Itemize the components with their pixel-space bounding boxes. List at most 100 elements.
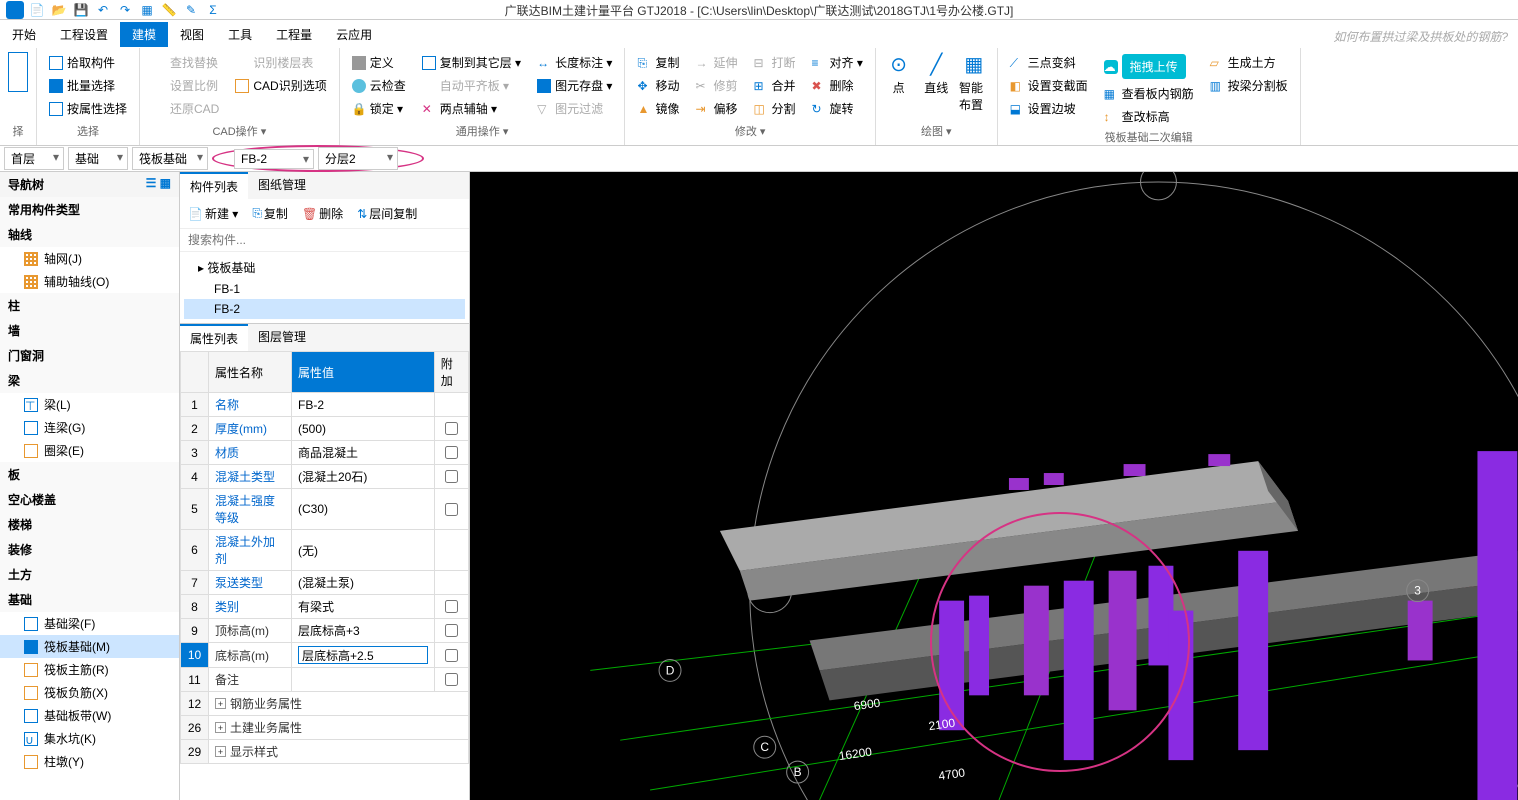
row-number[interactable]: 12 xyxy=(181,692,209,716)
comp-tree-parent[interactable]: ▸ 筏板基础 xyxy=(184,256,465,279)
prop-name-cell[interactable]: 顶标高(m) xyxy=(209,619,292,643)
copy-button[interactable]: ⎘复制 xyxy=(633,52,683,73)
tree-raft-foundation[interactable]: 筏板基础(M) xyxy=(0,635,179,658)
tree-pier[interactable]: 柱墩(Y) xyxy=(0,750,179,773)
row-number[interactable]: 10 xyxy=(181,643,209,668)
prop-checkbox[interactable] xyxy=(445,673,458,686)
prop-value-cell[interactable]: (500) xyxy=(292,417,435,441)
cat-beam[interactable]: 梁 xyxy=(0,368,179,393)
menu-view[interactable]: 视图 xyxy=(168,22,216,47)
length-dim-button[interactable]: ↔长度标注 ▾ xyxy=(533,52,616,73)
copy-between-floors-button[interactable]: ⇅层间复制 xyxy=(353,203,421,224)
axis-label[interactable]: 轴线 xyxy=(0,222,179,247)
expand-icon[interactable]: + xyxy=(215,698,226,709)
prop-row[interactable]: 9顶标高(m)层底标高+3 xyxy=(181,619,469,643)
menu-tools[interactable]: 工具 xyxy=(216,22,264,47)
component-dropdown[interactable]: FB-2 xyxy=(234,149,314,169)
common-types-label[interactable]: 常用构件类型 xyxy=(0,197,179,222)
type-dropdown[interactable]: 筏板基础 xyxy=(132,147,208,170)
prop-checkbox[interactable] xyxy=(445,624,458,637)
offset-button[interactable]: ⇥偏移 xyxy=(691,98,741,119)
copy-to-layer-button[interactable]: 复制到其它层 ▾ xyxy=(418,52,525,73)
three-point-slope-button[interactable]: ⟋三点变斜 xyxy=(1006,52,1092,73)
sheet-icon[interactable]: ▦ xyxy=(138,1,156,19)
tab-layer-mgmt[interactable]: 图层管理 xyxy=(248,324,316,351)
tree-sump[interactable]: ∪集水坑(K) xyxy=(0,727,179,750)
prop-name-cell[interactable]: 底标高(m) xyxy=(209,643,292,668)
split-button[interactable]: ◫分割 xyxy=(749,98,799,119)
prop-extra-cell[interactable] xyxy=(434,393,468,417)
prop-row[interactable]: 10底标高(m) xyxy=(181,643,469,668)
cat-column[interactable]: 柱 xyxy=(0,293,179,318)
align-button[interactable]: ≡对齐 ▾ xyxy=(807,52,866,73)
tree-beam-l[interactable]: ⊤梁(L) xyxy=(0,393,179,416)
prop-name-cell[interactable]: 混凝土强度等级 xyxy=(209,489,292,530)
move-button[interactable]: ✥移动 xyxy=(633,75,683,96)
element-save-button[interactable]: 图元存盘 ▾ xyxy=(533,75,616,96)
expand-icon[interactable]: + xyxy=(215,746,226,757)
prop-name-cell[interactable]: 混凝土外加剂 xyxy=(209,530,292,571)
view-rebar-button[interactable]: ▦查看板内钢筋 xyxy=(1100,83,1198,104)
row-number[interactable]: 1 xyxy=(181,393,209,417)
menu-quantity[interactable]: 工程量 xyxy=(264,22,324,47)
drag-upload-button[interactable]: ☁拖拽上传 xyxy=(1100,52,1198,81)
prop-value-cell[interactable]: (无) xyxy=(292,530,435,571)
prop-row[interactable]: 6混凝土外加剂(无) xyxy=(181,530,469,571)
menu-cloud[interactable]: 云应用 xyxy=(324,22,384,47)
prop-name-cell[interactable]: 名称 xyxy=(209,393,292,417)
prop-header-value[interactable]: 属性值 xyxy=(292,352,435,393)
prop-value-cell[interactable]: 层底标高+3 xyxy=(292,619,435,643)
prop-value-cell[interactable]: FB-2 xyxy=(292,393,435,417)
prop-checkbox[interactable] xyxy=(445,422,458,435)
row-number[interactable]: 29 xyxy=(181,740,209,764)
prop-name-cell[interactable]: 混凝土类型 xyxy=(209,465,292,489)
copy-component-button[interactable]: ⎘复制 xyxy=(248,203,292,224)
cat-hollow[interactable]: 空心楼盖 xyxy=(0,487,179,512)
row-number[interactable]: 4 xyxy=(181,465,209,489)
prop-checkbox[interactable] xyxy=(445,446,458,459)
save-icon[interactable]: 💾 xyxy=(72,1,90,19)
cat-finish[interactable]: 装修 xyxy=(0,537,179,562)
prop-extra-cell[interactable] xyxy=(434,619,468,643)
prop-value-cell[interactable]: 有梁式 xyxy=(292,595,435,619)
prop-name-cell[interactable]: +显示样式 xyxy=(209,740,469,764)
two-point-axis-button[interactable]: ✕两点辅轴 ▾ xyxy=(418,98,525,119)
delete-component-button[interactable]: 🗑删除 xyxy=(298,203,347,224)
3d-viewport[interactable]: D C B 3 6900 16200 2100 4700 xyxy=(470,172,1518,800)
prop-value-cell[interactable]: (混凝土20石) xyxy=(292,465,435,489)
select-by-property-button[interactable]: 按属性选择 xyxy=(45,98,131,119)
component-search-input[interactable] xyxy=(180,229,469,252)
cat-slab[interactable]: 板 xyxy=(0,462,179,487)
cat-earth[interactable]: 土方 xyxy=(0,562,179,587)
prop-row[interactable]: 5混凝土强度等级(C30) xyxy=(181,489,469,530)
row-number[interactable]: 6 xyxy=(181,530,209,571)
new-component-button[interactable]: 📄新建 ▾ xyxy=(184,203,242,224)
tree-beam-e[interactable]: 圈梁(E) xyxy=(0,439,179,462)
cat-wall[interactable]: 墙 xyxy=(0,318,179,343)
undo-icon[interactable]: ↶ xyxy=(94,1,112,19)
smart-layout-icon[interactable]: ▦ xyxy=(964,52,983,77)
prop-extra-cell[interactable] xyxy=(434,489,468,530)
redo-icon[interactable]: ↷ xyxy=(116,1,134,19)
prop-name-cell[interactable]: 类别 xyxy=(209,595,292,619)
prop-name-cell[interactable]: 泵送类型 xyxy=(209,571,292,595)
prop-value-cell[interactable]: (混凝土泵) xyxy=(292,571,435,595)
row-number[interactable]: 3 xyxy=(181,441,209,465)
menu-start[interactable]: 开始 xyxy=(0,22,48,47)
comp-fb1[interactable]: FB-1 xyxy=(184,279,465,299)
tree-beam-g[interactable]: 连梁(G) xyxy=(0,416,179,439)
prop-extra-cell[interactable] xyxy=(434,668,468,692)
search-help[interactable]: 如何布置拱过梁及拱板处的钢筋? xyxy=(1333,28,1508,45)
tab-component-list[interactable]: 构件列表 xyxy=(180,172,248,199)
cat-stair[interactable]: 楼梯 xyxy=(0,512,179,537)
prop-value-cell[interactable]: 商品混凝土 xyxy=(292,441,435,465)
expand-icon[interactable]: + xyxy=(215,722,226,733)
tab-properties[interactable]: 属性列表 xyxy=(180,324,248,351)
prop-name-cell[interactable]: 材质 xyxy=(209,441,292,465)
group-modify[interactable]: 修改 ▾ xyxy=(633,121,866,141)
merge-button[interactable]: ⊞合并 xyxy=(749,75,799,96)
delete-button[interactable]: ✖删除 xyxy=(807,75,866,96)
define-button[interactable]: 定义 xyxy=(348,52,410,73)
prop-row[interactable]: 29+显示样式 xyxy=(181,740,469,764)
set-section-button[interactable]: ◧设置变截面 xyxy=(1006,75,1092,96)
